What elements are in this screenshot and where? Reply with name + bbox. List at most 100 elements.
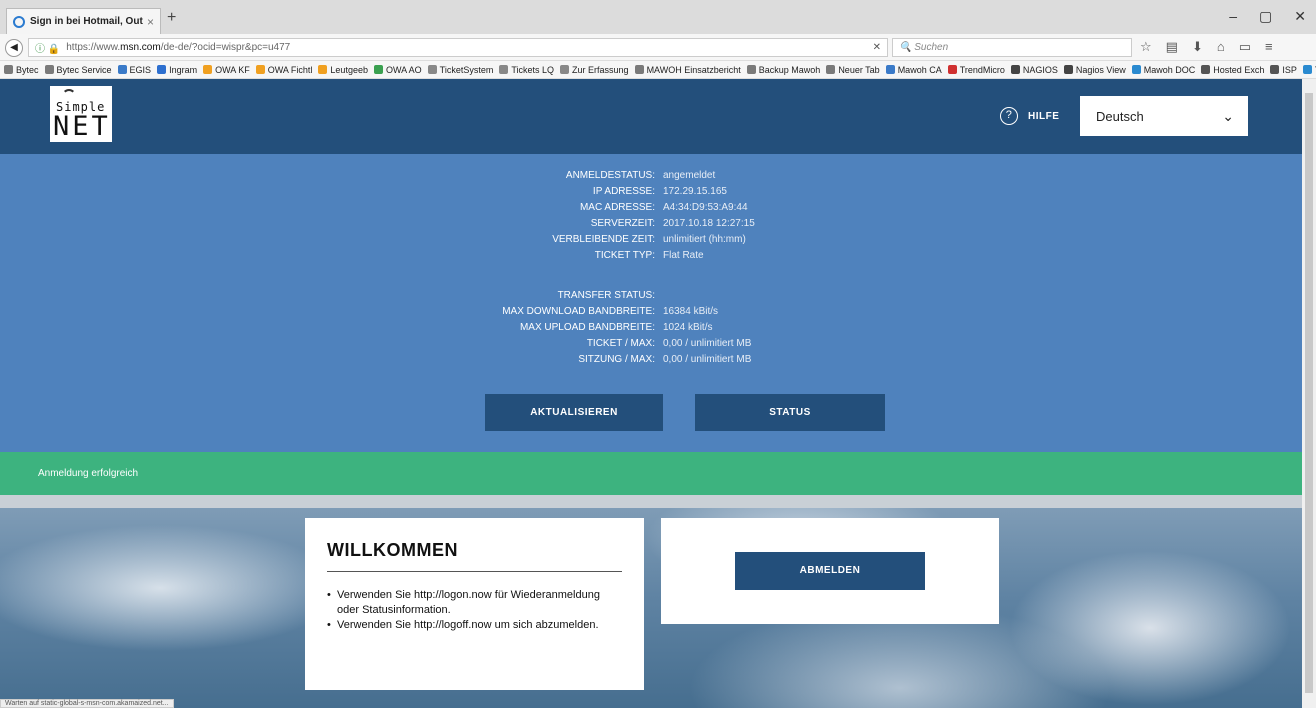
bookmark-mawoh-einsatzbericht[interactable]: MAWOH Einsatzbericht: [634, 65, 741, 75]
bookmark-mawoh-ca[interactable]: Mawoh CA: [885, 65, 942, 75]
status-row: MAX UPLOAD BANDBREITE: 1024 kBit/s: [0, 322, 1302, 336]
close-window-icon[interactable]: ✕: [1294, 8, 1306, 25]
tab-close-icon[interactable]: ×: [147, 15, 154, 29]
status-row: MAX DOWNLOAD BANDBREITE: 16384 kBit/s: [0, 306, 1302, 320]
page-scrollbar[interactable]: [1302, 79, 1316, 708]
wifi-icon: [62, 89, 76, 99]
bookmark-favicon-icon: [885, 65, 895, 74]
bookmark-favicon-icon: [1302, 65, 1312, 74]
status-panel: ANMELDESTATUS: angemeldet IP ADRESSE: 172.2…: [0, 154, 1302, 452]
menu-icon[interactable]: ≡: [1265, 39, 1273, 55]
status-label: TICKET / MAX:: [586, 338, 655, 349]
bookmark-favicon-icon: [1131, 65, 1141, 74]
loading-icon: [13, 15, 25, 28]
refresh-button[interactable]: AKTUALISIEREN: [485, 394, 663, 431]
minimize-icon[interactable]: –: [1229, 8, 1237, 25]
simplenet-logo: Simple NET: [50, 86, 112, 142]
status-value: 2017.10.18 12:27:15: [663, 218, 755, 229]
logout-button[interactable]: ABMELDEN: [735, 552, 925, 590]
bookmark-favicon-icon: [560, 65, 570, 74]
bookmark-ticketsystem[interactable]: TicketSystem: [427, 65, 493, 75]
status-button[interactable]: STATUS: [695, 394, 885, 431]
bookmark-owa-kf[interactable]: OWA KF: [203, 65, 250, 75]
status-row: TICKET TYP: Flat Rate: [0, 250, 1302, 264]
tab-title: Sign in bei Hotmail, Outl...: [30, 16, 143, 27]
status-value: angemeldet: [663, 170, 716, 181]
bookmark-leutgeeb[interactable]: Leutgeeb: [318, 65, 368, 75]
bookmark-nagios-view[interactable]: Nagios View: [1063, 65, 1126, 75]
captive-portal-page: Simple NET ? HILFE Deutsch ⌄ ANMELDESTAT…: [0, 79, 1302, 708]
status-row: SITZUNG / MAX: 0,00 / unlimitiert MB: [0, 354, 1302, 368]
bookmark-bytec-service[interactable]: Bytec Service: [44, 65, 112, 75]
status-value: 172.29.15.165: [663, 186, 727, 197]
bookmark-favicon-icon: [1010, 65, 1020, 74]
bookmark-favicon-icon: [634, 65, 644, 74]
bookmark-tv-login[interactable]: TV Login: [1302, 65, 1316, 75]
home-icon[interactable]: ⌂: [1217, 39, 1225, 55]
url-bar[interactable]: ⓘ 🔒 https://www.msn.com/de-de/?ocid=wisp…: [28, 38, 888, 57]
url-text: https://www.msn.com/de-de/?ocid=wispr&pc…: [66, 42, 291, 53]
welcome-title: WILLKOMMEN: [327, 540, 622, 572]
bookmark-ingram[interactable]: Ingram: [157, 65, 197, 75]
bookmark-favicon-icon: [157, 65, 167, 74]
bookmark-favicon-icon: [1270, 65, 1280, 74]
welcome-box: WILLKOMMEN Verwenden Sie http://logon.no…: [305, 518, 644, 690]
bookmark-favicon-icon: [427, 65, 437, 74]
status-row: SERVERZEIT: 2017.10.18 12:27:15: [0, 218, 1302, 232]
toolbar-icons: ☆ ▤ ⬇ ⌂ ▭ ≡: [1140, 39, 1273, 55]
language-value: Deutsch: [1096, 108, 1144, 124]
bookmark-tickets-lq[interactable]: Tickets LQ: [499, 65, 554, 75]
bookmark-isp[interactable]: ISP: [1270, 65, 1297, 75]
download-icon[interactable]: ⬇: [1192, 39, 1203, 55]
bookmark-favicon-icon: [318, 65, 328, 74]
status-row: VERBLEIBENDE ZEIT: unlimitiert (hh:mm): [0, 234, 1302, 248]
bookmark-egis[interactable]: EGIS: [117, 65, 151, 75]
bookmark-bytec[interactable]: Bytec: [4, 65, 39, 75]
back-button[interactable]: ◀: [5, 39, 23, 57]
browser-status-line: Warten auf static-global-s-msn-com.akama…: [0, 699, 174, 708]
navigation-bar: ◀ ⓘ 🔒 https://www.msn.com/de-de/?ocid=wi…: [0, 34, 1316, 61]
status-label: TICKET TYP:: [594, 250, 655, 261]
maximize-icon[interactable]: ▢: [1259, 8, 1272, 25]
bookmark-nagios[interactable]: NAGIOS: [1010, 65, 1058, 75]
welcome-item-logoff: Verwenden Sie http://logoff.now um sich …: [327, 618, 622, 633]
bookmark-backup-mawoh[interactable]: Backup Mawoh: [746, 65, 820, 75]
bookmark-neuer-tab[interactable]: Neuer Tab: [826, 65, 880, 75]
bookmark-favicon-icon: [746, 65, 756, 74]
bookmark-zur-erfassung[interactable]: Zur Erfassung: [560, 65, 629, 75]
logout-box: ABMELDEN: [661, 518, 999, 624]
bookmark-star-icon[interactable]: ☆: [1140, 39, 1152, 55]
status-label: TRANSFER STATUS:: [557, 290, 655, 301]
success-banner: Anmeldung erfolgreich: [0, 452, 1302, 495]
bookmark-owa-ao[interactable]: OWA AO: [373, 65, 422, 75]
bookmark-trendmicro[interactable]: TrendMicro: [947, 65, 1005, 75]
status-value: unlimitiert (hh:mm): [663, 234, 746, 245]
scrollbar-thumb[interactable]: [1305, 93, 1313, 693]
bookmark-favicon-icon: [4, 65, 13, 74]
browser-tab-bar: Sign in bei Hotmail, Outl... × + – ▢ ✕: [0, 0, 1316, 34]
bookmark-hosted-exch[interactable]: Hosted Exch: [1201, 65, 1264, 75]
status-value: 0,00 / unlimitiert MB: [663, 354, 752, 365]
new-tab-button[interactable]: +: [167, 9, 176, 27]
status-value: A4:34:D9:53:A9:44: [663, 202, 748, 213]
status-row: MAC ADRESSE: A4:34:D9:53:A9:44: [0, 202, 1302, 216]
bookmark-owa-fichtl[interactable]: OWA Fichtl: [255, 65, 312, 75]
status-label: VERBLEIBENDE ZEIT:: [552, 234, 655, 245]
portal-header: Simple NET ? HILFE Deutsch ⌄: [0, 79, 1302, 154]
browser-tab[interactable]: Sign in bei Hotmail, Outl... ×: [6, 8, 161, 34]
status-row: ANMELDESTATUS: angemeldet: [0, 170, 1302, 184]
stop-loading-icon[interactable]: ✕: [873, 42, 881, 53]
help-link[interactable]: ? HILFE: [1000, 107, 1059, 125]
pocket-icon[interactable]: ▭: [1239, 39, 1251, 55]
status-value: 16384 kBit/s: [663, 306, 719, 317]
status-value: Flat Rate: [663, 250, 704, 261]
bookmark-favicon-icon: [947, 65, 957, 74]
bookmark-mawoh-doc[interactable]: Mawoh DOC: [1131, 65, 1195, 75]
bookmark-favicon-icon: [499, 65, 509, 74]
status-value: 0,00 / unlimitiert MB: [663, 338, 752, 349]
lock-icon[interactable]: ⓘ 🔒: [35, 40, 60, 55]
success-message: Anmeldung erfolgreich: [38, 468, 139, 479]
search-input[interactable]: 🔍 Suchen: [892, 38, 1132, 57]
reading-list-icon[interactable]: ▤: [1166, 39, 1178, 55]
language-select[interactable]: Deutsch ⌄: [1080, 96, 1248, 136]
